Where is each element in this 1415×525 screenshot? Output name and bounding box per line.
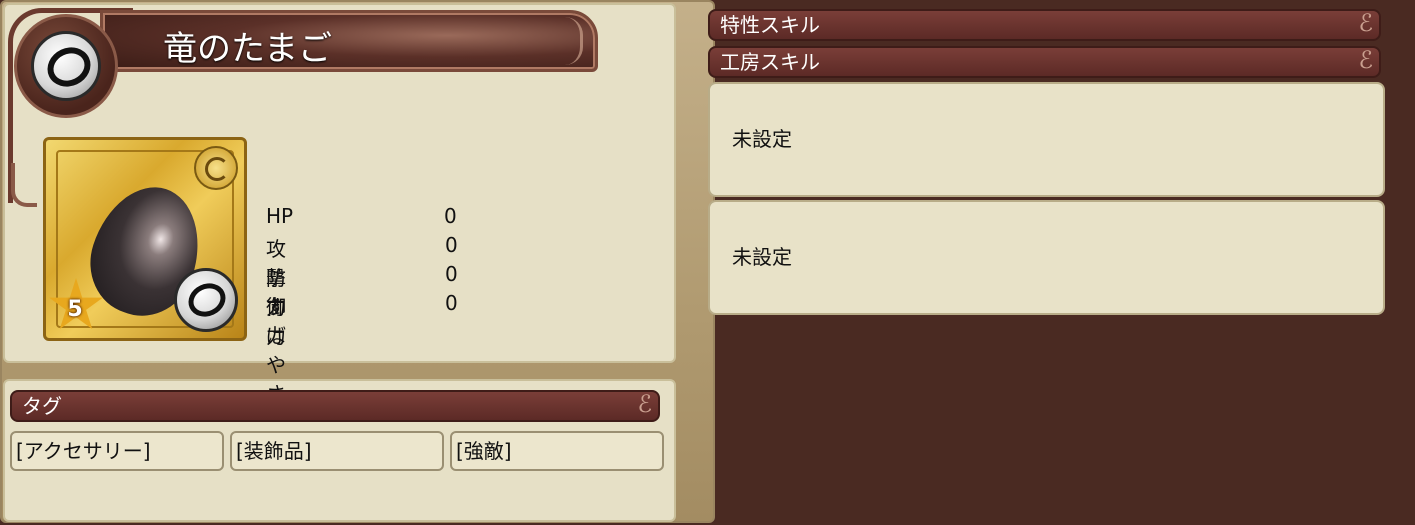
- stat-value-speed: 0: [445, 291, 458, 315]
- category-badge: [14, 14, 118, 118]
- tag-chip-accessory[interactable]: [アクセサリー]: [10, 431, 224, 471]
- stat-value-attack: 0: [445, 233, 458, 257]
- tag-chip-strong-enemy[interactable]: [強敵]: [450, 431, 664, 471]
- swirl-icon: [194, 146, 238, 190]
- skill-slot-1[interactable]: 未設定: [708, 82, 1385, 197]
- workshop-skill-header[interactable]: 工房スキル: [708, 46, 1381, 78]
- rarity-value: 5: [67, 297, 83, 322]
- skill-slot-2[interactable]: 未設定: [708, 200, 1385, 315]
- stat-label-hp: HP: [266, 204, 294, 228]
- tag-chip-ornament[interactable]: [装飾品]: [230, 431, 444, 471]
- trait-skill-header[interactable]: 特性スキル: [708, 9, 1381, 41]
- title-banner: 竜のたまご: [100, 10, 598, 72]
- item-name: 竜のたまご: [163, 29, 332, 69]
- card-ring-icon: [174, 268, 238, 332]
- tag-header: タグ: [10, 390, 660, 422]
- stat-value-defense: 0: [445, 262, 458, 286]
- ring-icon: [31, 31, 101, 101]
- item-card[interactable]: 5: [43, 137, 247, 341]
- stat-value-hp: 0: [444, 204, 457, 228]
